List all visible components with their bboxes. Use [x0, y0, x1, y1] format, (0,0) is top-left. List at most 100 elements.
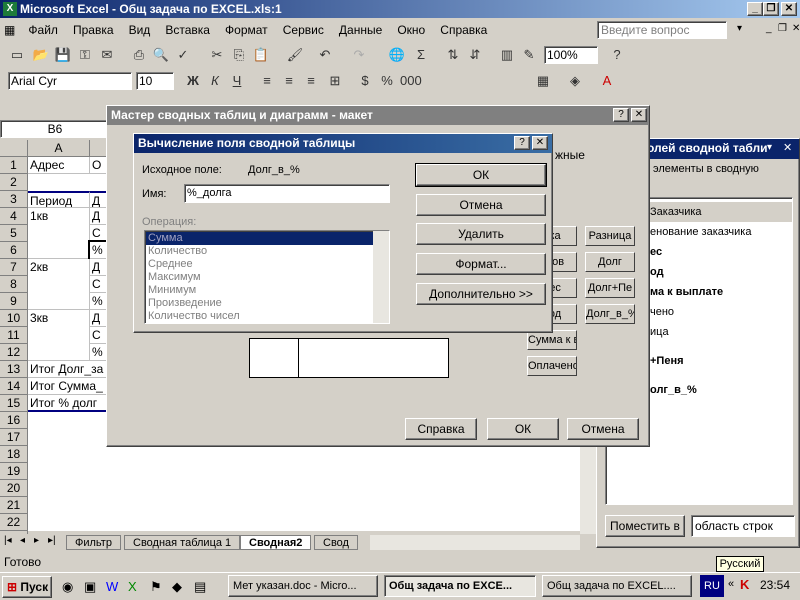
menu-data[interactable]: Данные — [333, 20, 388, 40]
pivot-field[interactable]: енование заказчика — [650, 222, 792, 242]
align-left-icon[interactable]: ≡ — [258, 72, 276, 90]
sort-asc-icon[interactable]: ⇅ — [444, 46, 462, 64]
font-size-select[interactable]: 10 — [136, 72, 174, 90]
area-select[interactable]: область строк — [691, 515, 795, 537]
name-box[interactable]: B6 — [0, 120, 110, 138]
row-header[interactable]: 19 — [0, 463, 28, 480]
help-search-input[interactable]: Введите вопрос — [597, 21, 727, 39]
row-header[interactable]: 9 — [0, 293, 28, 310]
row-header[interactable]: 21 — [0, 497, 28, 514]
row-header[interactable]: 1 — [0, 157, 28, 174]
operation-item[interactable]: Максимум — [146, 271, 388, 284]
quicklaunch-desktop-icon[interactable]: ▣ — [84, 579, 96, 595]
spelling-icon[interactable]: ✓ — [174, 46, 192, 64]
bold-icon[interactable]: Ж — [184, 72, 202, 90]
pivot-field[interactable]: +Пеня — [650, 342, 792, 380]
tab-pivot-3[interactable]: Свод — [314, 535, 358, 550]
paste-icon[interactable]: 📋 — [252, 46, 270, 64]
sort-desc-icon[interactable]: ⇵ — [466, 46, 484, 64]
row-header[interactable]: 2 — [0, 174, 28, 191]
menu-format[interactable]: Формат — [219, 20, 274, 40]
operation-list-scrollbar[interactable] — [373, 231, 389, 323]
name-input[interactable]: %_долга — [184, 184, 390, 203]
task-word-doc[interactable]: Мет указан.doc - Micro... — [228, 575, 378, 597]
underline-icon[interactable]: Ч — [228, 72, 246, 90]
wizard-ok-button[interactable]: ОК — [487, 418, 559, 440]
drawing-icon[interactable]: ✎ — [520, 46, 538, 64]
quicklaunch-ie-icon[interactable]: ◉ — [62, 579, 73, 595]
menu-file[interactable]: Файл — [22, 20, 64, 40]
autosum-icon[interactable]: Σ — [412, 46, 430, 64]
cut-icon[interactable]: ✂ — [208, 46, 226, 64]
cell-a15[interactable]: Итог % долг — [28, 395, 110, 412]
row-header[interactable]: 8 — [0, 276, 28, 293]
pivot-field[interactable]: Заказчика — [650, 202, 792, 222]
calc-close-button[interactable]: ✕ — [532, 136, 548, 150]
tab-nav-last-icon[interactable]: ▸| — [48, 535, 56, 546]
row-header[interactable]: 6 — [0, 242, 28, 259]
open-icon[interactable]: 📂 — [32, 46, 50, 64]
cell-a14[interactable]: Итог Сумма_ — [28, 378, 110, 395]
quicklaunch-folder-icon[interactable]: ▤ — [194, 579, 206, 595]
hyperlink-icon[interactable]: 🌐 — [388, 46, 406, 64]
quicklaunch-excel-icon[interactable]: X — [128, 579, 137, 594]
chart-wizard-icon[interactable]: ▥ — [498, 46, 516, 64]
comma-icon[interactable]: 000 — [400, 72, 422, 90]
pivot-field[interactable]: од — [650, 262, 792, 282]
calc-format-button[interactable]: Формат... — [416, 253, 546, 275]
operation-item[interactable]: Минимум — [146, 284, 388, 297]
undo-icon[interactable]: ↶ — [316, 46, 334, 64]
wizard-cancel-button[interactable]: Отмена — [567, 418, 639, 440]
row-header[interactable]: 13 — [0, 361, 28, 378]
quicklaunch-word-icon[interactable]: W — [106, 579, 118, 594]
pivot-field[interactable]: ес — [650, 242, 792, 262]
cell-a1[interactable]: Адрес — [28, 157, 90, 174]
print-icon[interactable]: ⎙ — [130, 46, 148, 64]
excel-doc-icon[interactable]: ▦ — [0, 21, 19, 39]
merge-center-icon[interactable]: ⊞ — [326, 72, 344, 90]
wizard-field-paid[interactable]: Оплачено — [527, 356, 577, 376]
redo-icon[interactable]: ↷ — [350, 46, 368, 64]
pivot-field[interactable]: ица — [650, 322, 792, 342]
row-header[interactable]: 10 — [0, 310, 28, 327]
operation-item[interactable]: Произведение — [146, 297, 388, 310]
wizard-help-button[interactable]: ? — [613, 108, 629, 122]
row-header[interactable]: 22 — [0, 514, 28, 531]
wizard-field-amount[interactable]: Сумма к в — [527, 330, 577, 350]
operation-list[interactable]: Сумма Количество Среднее Максимум Миниму… — [144, 230, 390, 324]
close-button[interactable]: ✕ — [781, 2, 797, 16]
tab-filter[interactable]: Фильтр — [66, 535, 121, 550]
calc-help-button[interactable]: ? — [514, 136, 530, 150]
start-button[interactable]: ⊞ Пуск — [2, 576, 52, 598]
new-icon[interactable]: ▭ — [8, 46, 26, 64]
tab-pivot-2[interactable]: Сводная2 — [240, 535, 312, 550]
wizard-help-text-button[interactable]: Справка — [405, 418, 477, 440]
calc-ok-button[interactable]: ОК — [415, 163, 547, 187]
row-header[interactable]: 20 — [0, 480, 28, 497]
panel-close-icon[interactable]: ✕ — [783, 141, 792, 154]
row-header[interactable]: 11 — [0, 327, 28, 344]
menu-tools[interactable]: Сервис — [277, 20, 330, 40]
wizard-field-debt-pct[interactable]: Долг_в_% — [585, 304, 635, 324]
menu-edit[interactable]: Правка — [67, 20, 120, 40]
zoom-select[interactable]: 100% — [544, 46, 598, 64]
font-select[interactable]: Arial Cyr — [8, 72, 132, 90]
borders-icon[interactable]: ▦ — [534, 72, 552, 90]
copy-icon[interactable]: ⎘ — [230, 46, 248, 64]
operation-item[interactable]: Количество — [146, 245, 388, 258]
menu-window[interactable]: Окно — [391, 20, 431, 40]
antivirus-tray-icon[interactable]: K — [740, 577, 749, 592]
tab-nav-prev-icon[interactable]: ◂ — [20, 535, 25, 546]
row-header[interactable]: 4 — [0, 208, 28, 225]
minimize-button[interactable]: _ — [747, 2, 763, 16]
currency-icon[interactable]: $ — [356, 72, 374, 90]
panel-dropdown-icon[interactable]: ▾ — [767, 142, 772, 153]
print-preview-icon[interactable]: 🔍 — [152, 46, 170, 64]
row-header[interactable]: 5 — [0, 225, 28, 242]
menu-view[interactable]: Вид — [123, 20, 157, 40]
help-dropdown-icon[interactable]: ▾ — [731, 20, 748, 37]
percent-icon[interactable]: % — [378, 72, 396, 90]
permission-icon[interactable]: ⚿ — [76, 46, 94, 64]
horizontal-scrollbar[interactable] — [370, 535, 580, 550]
align-right-icon[interactable]: ≡ — [302, 72, 320, 90]
